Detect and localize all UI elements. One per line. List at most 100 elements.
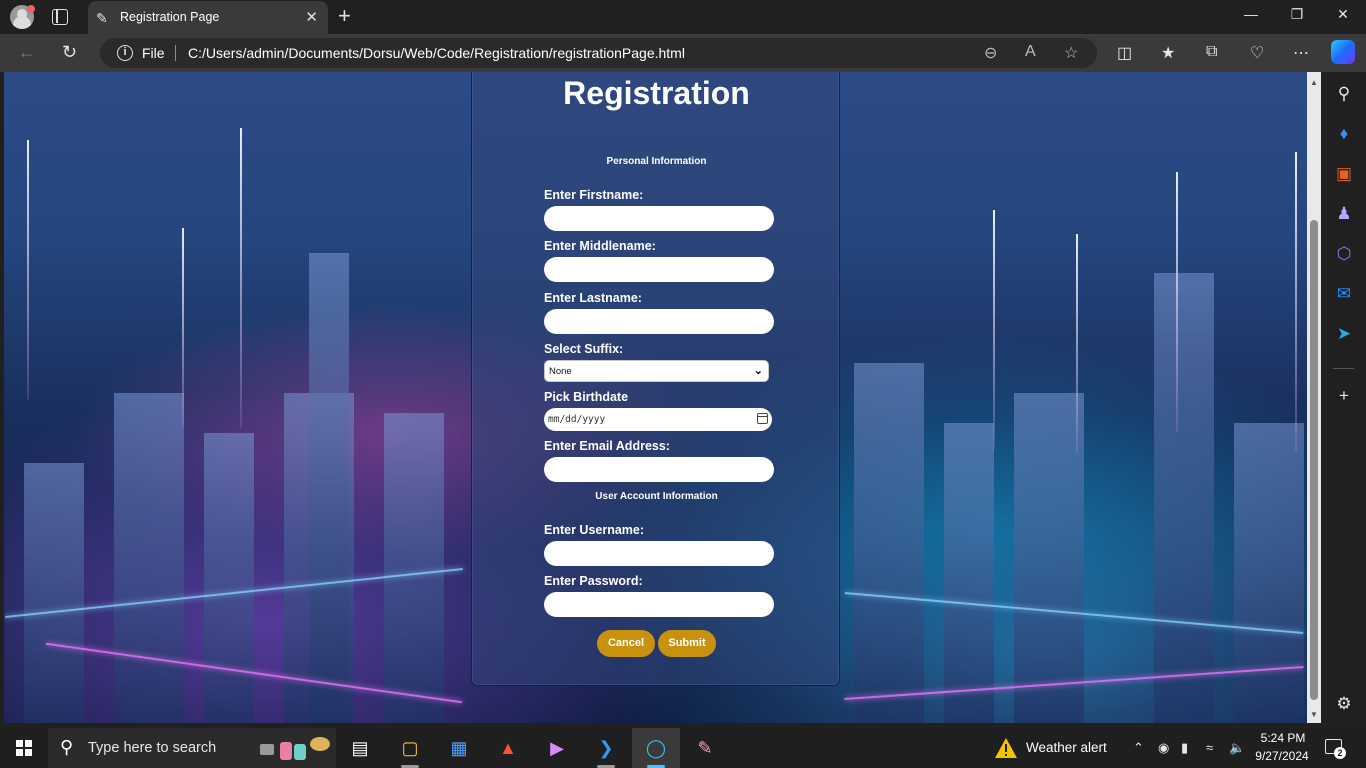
background-building <box>854 363 924 723</box>
background-light-beam <box>182 228 184 428</box>
camera-icon[interactable]: ◉ <box>1158 740 1169 756</box>
outlook-icon[interactable]: ✉ <box>1334 284 1354 304</box>
background-building <box>309 253 349 723</box>
chevron-up-icon[interactable]: ⌃ <box>1133 740 1144 756</box>
browser-title-bar: ✎ Registration Page ✕ + — ❐ ✕ <box>0 0 1366 34</box>
copilot-icon[interactable] <box>1331 40 1355 64</box>
profile-status-dot <box>27 5 35 13</box>
suffix-select[interactable]: None ⌄ <box>544 360 769 382</box>
url-text[interactable]: C:/Users/admin/Documents/Dorsu/Web/Code/… <box>188 45 685 61</box>
weather-alert-text[interactable]: Weather alert <box>1026 740 1107 755</box>
firstname-label: Enter Firstname: <box>544 188 644 202</box>
middlename-label: Enter Middlename: <box>544 239 656 253</box>
submit-button[interactable]: Submit <box>658 630 716 657</box>
wifi-icon[interactable]: ≈ <box>1206 740 1213 755</box>
volume-icon[interactable]: 🔈 <box>1229 740 1245 756</box>
paint-icon[interactable]: ✎ <box>693 736 717 760</box>
background-light-beam <box>1076 234 1078 454</box>
zoom-out-icon[interactable]: ⊖ <box>984 43 997 63</box>
background-building <box>24 463 84 723</box>
refresh-icon[interactable]: ↻ <box>62 42 77 63</box>
shopping-icon[interactable]: ♦ <box>1334 124 1354 144</box>
background-light-beam <box>240 128 242 428</box>
cancel-button[interactable]: Cancel <box>597 630 655 657</box>
new-tab-icon[interactable]: + <box>338 4 351 28</box>
background-light-beam <box>27 140 29 400</box>
split-screen-icon[interactable]: ◫ <box>1117 43 1132 63</box>
close-tab-icon[interactable]: ✕ <box>305 8 318 26</box>
office-icon[interactable]: ⬡ <box>1334 244 1354 264</box>
settings-icon[interactable]: ⚙ <box>1334 694 1354 714</box>
page-title: Registration <box>563 75 750 111</box>
tab-registration-page[interactable]: ✎ Registration Page ✕ <box>88 1 328 34</box>
brave-icon[interactable]: ▲ <box>496 736 520 760</box>
favorites-icon[interactable]: ★ <box>1161 43 1175 63</box>
middlename-input[interactable] <box>544 257 774 282</box>
scroll-up-icon[interactable]: ▲ <box>1310 78 1318 87</box>
section-user-account-information: User Account Information <box>595 491 718 502</box>
birthdate-input[interactable]: mm/dd/yyyy <box>544 408 772 431</box>
background-building <box>384 413 444 723</box>
search-placeholder: Type here to search <box>88 740 217 756</box>
task-view-icon[interactable]: ▤ <box>348 736 372 760</box>
minimize-button[interactable]: — <box>1241 6 1261 22</box>
sidebar-divider <box>1333 368 1354 369</box>
more-icon[interactable]: ⋯ <box>1293 43 1309 63</box>
background-light-beam <box>993 210 995 450</box>
search-highlight-image <box>260 737 330 760</box>
windows-taskbar: ⚲ Type here to search ▤ ▢ ▦ ▲ ▶ ❯ ◯ ✎ We… <box>0 728 1366 768</box>
calendar-icon[interactable] <box>757 413 768 424</box>
close-window-button[interactable]: ✕ <box>1333 6 1353 23</box>
scrollbar-thumb[interactable] <box>1310 220 1318 700</box>
email-label: Enter Email Address: <box>544 439 670 453</box>
password-input[interactable] <box>544 592 774 617</box>
lastname-input[interactable] <box>544 309 774 334</box>
games-icon[interactable]: ♟ <box>1334 204 1354 224</box>
registration-form: Registration Personal Information Enter … <box>471 72 840 686</box>
collections-icon[interactable]: ⧉ <box>1206 43 1217 61</box>
search-icon: ⚲ <box>60 737 74 757</box>
taskbar-search-box[interactable]: ⚲ Type here to search <box>48 728 336 768</box>
media-player-icon[interactable]: ▶ <box>545 736 569 760</box>
browser-essentials-icon[interactable]: ♡ <box>1250 43 1264 63</box>
address-bar[interactable]: i File C:/Users/admin/Documents/Dorsu/We… <box>100 38 1097 68</box>
back-icon[interactable]: ← <box>18 42 36 63</box>
background-building <box>1014 393 1084 723</box>
password-label: Enter Password: <box>544 574 643 588</box>
info-icon[interactable]: i <box>117 45 133 61</box>
restore-button[interactable]: ❐ <box>1287 6 1307 23</box>
clock-time[interactable]: 5:24 PM <box>1258 731 1308 745</box>
email-input[interactable] <box>544 457 774 482</box>
firstname-input[interactable] <box>544 206 774 231</box>
background-building <box>1234 423 1304 723</box>
search-icon[interactable]: ⚲ <box>1334 84 1354 104</box>
address-separator <box>175 45 176 61</box>
favorite-star-icon[interactable]: ☆ <box>1064 43 1078 63</box>
microsoft-store-icon[interactable]: ▦ <box>447 736 471 760</box>
username-input[interactable] <box>544 541 774 566</box>
clock-date[interactable]: 9/27/2024 <box>1252 749 1312 763</box>
battery-icon[interactable]: ▮ <box>1181 740 1188 756</box>
tab-title: Registration Page <box>120 10 220 24</box>
weather-alert-icon[interactable] <box>994 737 1018 759</box>
scroll-down-icon[interactable]: ▼ <box>1310 710 1318 719</box>
notification-count-badge: 2 <box>1334 747 1346 759</box>
page-scrollbar[interactable]: ▲ ▼ <box>1307 72 1321 723</box>
edge-icon[interactable]: ◯ <box>644 736 668 760</box>
read-aloud-icon[interactable]: A <box>1025 43 1036 61</box>
suffix-selected-value: None <box>549 366 572 377</box>
tab-actions-icon[interactable] <box>52 9 68 25</box>
address-scheme: File <box>142 45 165 61</box>
username-label: Enter Username: <box>544 523 645 537</box>
windows-start-icon[interactable] <box>16 740 32 756</box>
page-viewport: Registration Personal Information Enter … <box>4 72 1307 723</box>
file-explorer-icon[interactable]: ▢ <box>398 736 422 760</box>
vscode-icon[interactable]: ❯ <box>594 736 618 760</box>
telegram-icon[interactable]: ➤ <box>1334 324 1354 344</box>
tools-icon[interactable]: ▣ <box>1334 164 1354 184</box>
birthdate-placeholder: mm/dd/yyyy <box>548 414 606 425</box>
edge-sidebar: ⚲ ♦ ▣ ♟ ⬡ ✉ ➤ + ⚙ <box>1321 72 1366 723</box>
section-personal-information: Personal Information <box>606 156 707 167</box>
add-icon[interactable]: + <box>1334 386 1354 406</box>
background-building <box>1154 273 1214 723</box>
